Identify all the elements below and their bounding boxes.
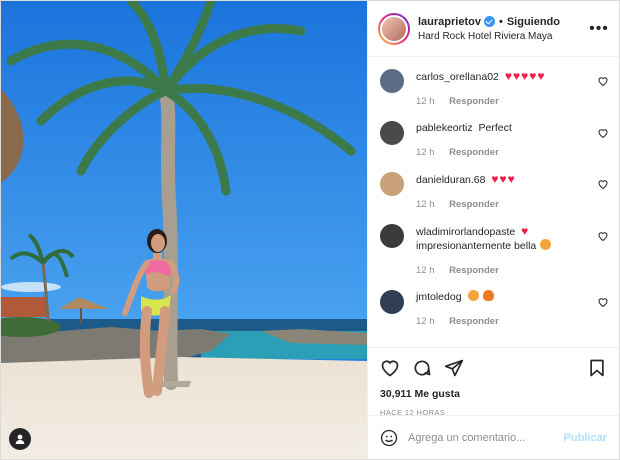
post-photo[interactable] — [1, 1, 367, 459]
comment-username[interactable]: danielduran.68 — [416, 174, 485, 186]
comment-item: danielduran.68 ♥♥♥ 12 h Responder — [380, 172, 609, 212]
author-username[interactable]: lauraprietov — [418, 16, 481, 28]
like-comment-heart-icon[interactable] — [597, 178, 609, 190]
beach-scene — [1, 1, 367, 459]
post-location[interactable]: Hard Rock Hotel Riviera Maya — [418, 31, 589, 42]
fire-emoji-icon — [483, 290, 495, 301]
comment-time: 12 h — [416, 199, 435, 210]
like-comment-heart-icon[interactable] — [597, 127, 609, 139]
tagged-users-button[interactable] — [9, 428, 31, 450]
share-paper-plane-icon[interactable] — [444, 358, 464, 378]
comment-text: Perfect — [478, 122, 512, 134]
likes-count[interactable]: 30,911 Me gusta — [380, 388, 607, 400]
reply-button[interactable]: Responder — [449, 265, 499, 276]
commenter-avatar[interactable] — [380, 172, 404, 196]
reply-button[interactable]: Responder — [449, 96, 499, 107]
post-actions: 30,911 Me gusta HACE 12 HORAS Publicar — [368, 347, 619, 459]
comment-input[interactable] — [408, 431, 564, 444]
author-avatar[interactable] — [378, 12, 410, 45]
comment-time: 12 h — [416, 316, 435, 327]
more-options-icon[interactable]: ••• — [589, 20, 609, 36]
verified-badge-icon — [483, 16, 495, 27]
post-side-panel: lauraprietov • Siguiendo Hard Rock Hotel… — [367, 1, 619, 459]
heart-emojis: ♥♥♥ — [491, 172, 516, 186]
reply-button[interactable]: Responder — [449, 199, 499, 210]
follow-status-button[interactable]: Siguiendo — [507, 16, 560, 28]
heart-emojis: ♥ — [521, 224, 530, 238]
like-heart-icon[interactable] — [380, 358, 400, 378]
header-separator: • — [498, 15, 503, 28]
heart-eyes-emoji-icon — [540, 239, 552, 250]
comment-username[interactable]: wladimirorlandopaste — [416, 226, 515, 238]
comments-list[interactable]: carlos_orellana02 ♥♥♥♥♥ 12 h Responder p… — [368, 57, 619, 347]
publish-button[interactable]: Publicar — [564, 432, 607, 444]
reply-button[interactable]: Responder — [449, 147, 499, 158]
comment-item: wladimirorlandopaste ♥ impresionantement… — [380, 224, 609, 278]
post-header: lauraprietov • Siguiendo Hard Rock Hotel… — [368, 1, 619, 57]
commenter-avatar[interactable] — [380, 290, 404, 314]
heart-eyes-emoji-icon — [468, 290, 480, 301]
comment-text: impresionantemente bella — [416, 240, 537, 252]
like-comment-heart-icon[interactable] — [597, 296, 609, 308]
comment-time: 12 h — [416, 96, 435, 107]
heart-emojis: ♥♥♥♥♥ — [504, 69, 546, 83]
save-bookmark-icon[interactable] — [587, 358, 607, 378]
comment-item: jmtoledog 12 h Responder — [380, 290, 609, 329]
comment-username[interactable]: jmtoledog — [416, 291, 462, 303]
like-comment-heart-icon[interactable] — [597, 230, 609, 242]
reply-button[interactable]: Responder — [449, 316, 499, 327]
comment-item: carlos_orellana02 ♥♥♥♥♥ 12 h Responder — [380, 69, 609, 109]
emoji-smiley-icon[interactable] — [380, 429, 398, 447]
comment-time: 12 h — [416, 265, 435, 276]
person-icon — [15, 434, 25, 444]
like-comment-heart-icon[interactable] — [597, 75, 609, 87]
add-comment-bar: Publicar — [368, 415, 619, 459]
comment-item: pablekeortiz Perfect 12 h Responder — [380, 121, 609, 160]
commenter-avatar[interactable] — [380, 69, 404, 93]
comment-time: 12 h — [416, 147, 435, 158]
instagram-post: lauraprietov • Siguiendo Hard Rock Hotel… — [0, 0, 620, 460]
comment-username[interactable]: pablekeortiz — [416, 122, 473, 134]
commenter-avatar[interactable] — [380, 121, 404, 145]
comment-username[interactable]: carlos_orellana02 — [416, 71, 499, 83]
commenter-avatar[interactable] — [380, 224, 404, 248]
comment-bubble-icon[interactable] — [412, 358, 432, 378]
